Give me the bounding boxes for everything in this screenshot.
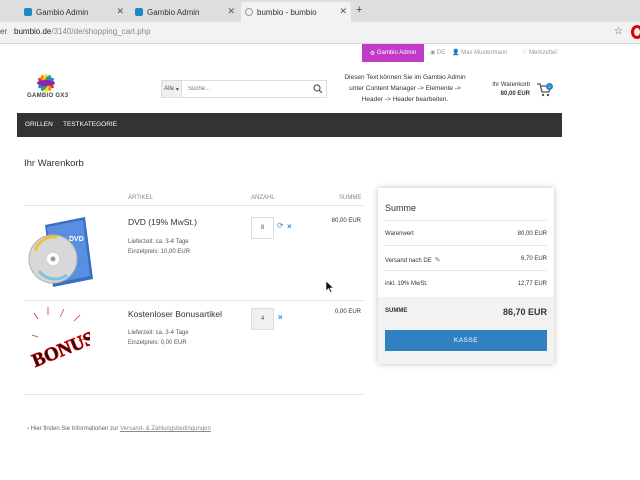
cart-total: 80,00 EUR xyxy=(500,91,530,97)
summary-value: 12,77 EUR xyxy=(517,281,547,287)
cart-label: Ihr Warenkorb xyxy=(492,82,530,88)
summary-row: Warenwert 80,00 EUR xyxy=(385,220,547,245)
close-tab-icon[interactable]: ✕ xyxy=(116,6,124,17)
admin-bar: ⚙ Gambio Admin ◉ DE 👤 Max Mustermann ♡ M… xyxy=(0,44,640,62)
close-tab-icon[interactable]: ✕ xyxy=(339,6,347,17)
url-fragment: er xyxy=(0,27,8,36)
cart-count-badge: 2 xyxy=(546,83,553,90)
item-sum: 0,00 EUR xyxy=(334,309,361,315)
favicon-icon xyxy=(135,8,143,16)
browser-tab-2[interactable]: Gambio Admin ✕ xyxy=(131,2,239,22)
admin-button-label: Gambio Admin xyxy=(376,50,417,56)
divider xyxy=(24,300,364,301)
remove-item-icon[interactable]: × xyxy=(278,313,283,322)
quantity-input[interactable]: 8 xyxy=(251,217,274,239)
browser-tab-bar: Gambio Admin ✕ Gambio Admin ✕ bumbio - b… xyxy=(0,0,640,22)
product-image-bonus[interactable]: BONUS xyxy=(28,305,90,387)
nav-item-grillen[interactable]: GRILLEN xyxy=(25,121,53,128)
opera-logo-icon[interactable] xyxy=(631,25,640,39)
summary-title: Summe xyxy=(385,203,417,213)
summary-row: inkl. 19% MwSt. 12,77 EUR xyxy=(385,270,547,295)
shipping-terms-link[interactable]: Versand- & Zahlungsbedingungen xyxy=(120,426,211,432)
order-summary-box: Summe Warenwert 80,00 EUR Versand nach D… xyxy=(378,188,554,364)
total-label: SUMME xyxy=(385,308,408,314)
column-header-sum: SUMME xyxy=(339,195,362,201)
quantity-input-disabled: 4 xyxy=(251,308,274,330)
checkout-button[interactable]: KASSE xyxy=(385,330,547,351)
product-meta: Lieferzeit: ca. 3-4 Tage Einzelpreis: 10… xyxy=(128,237,190,257)
product-meta: Lieferzeit: ca. 3-4 Tage Einzelpreis: 0,… xyxy=(128,328,189,348)
address-bar[interactable]: er bumbio.de/3140/de/shopping_cart.php ☆ xyxy=(0,22,640,44)
shipping-label: Versand nach DE xyxy=(385,258,432,264)
delivery-time: Lieferzeit: ca. 3-4 Tage xyxy=(128,330,189,336)
total-value: 86,70 EUR xyxy=(502,307,547,317)
unit-price: Einzelpreis: 10,00 EUR xyxy=(128,249,191,255)
summary-label: Warenwert xyxy=(385,231,414,237)
column-header-article: ARTIKEL xyxy=(128,195,153,201)
url-host: bumbio.de xyxy=(14,27,52,36)
user-label: Max Mustermann xyxy=(461,50,508,56)
main-navigation: GRILLEN TESTKATEGORIE xyxy=(17,113,562,137)
svg-text:DVD: DVD xyxy=(69,236,84,243)
bookmark-star-icon[interactable]: ☆ xyxy=(614,26,623,37)
refresh-icon[interactable]: ⟳ xyxy=(277,221,284,230)
chevron-right-icon: › xyxy=(27,426,29,432)
delivery-time: Lieferzeit: ca. 3-4 Tage xyxy=(128,239,189,245)
close-tab-icon[interactable]: ✕ xyxy=(227,6,235,17)
wishlist-label: Merkzettel xyxy=(529,50,557,56)
logo-text: GAMBIO GX3 xyxy=(27,93,69,99)
new-tab-button[interactable]: + xyxy=(356,4,362,16)
favicon-icon xyxy=(24,8,32,16)
loading-icon xyxy=(245,8,253,16)
url-path: /3140/de/shopping_cart.php xyxy=(51,27,151,36)
gambio-admin-button[interactable]: ⚙ Gambio Admin xyxy=(362,44,424,62)
product-name-link[interactable]: Kostenloser Bonusartikel xyxy=(128,309,222,319)
pencil-icon[interactable]: ✎ xyxy=(435,257,441,264)
search-icon[interactable] xyxy=(313,84,323,94)
item-sum: 80,00 EUR xyxy=(331,218,361,224)
page-title: Ihr Warenkorb xyxy=(24,158,84,169)
summary-total: SUMME 86,70 EUR KASSE xyxy=(378,297,554,364)
remove-item-icon[interactable]: × xyxy=(287,222,292,231)
svg-text:BONUS: BONUS xyxy=(29,328,90,372)
summary-row: Versand nach DE ✎ 6,70 EUR xyxy=(385,245,547,270)
divider xyxy=(24,394,364,395)
product-image-dvd[interactable]: DVD xyxy=(27,213,95,295)
search-category-label: Alle xyxy=(164,86,175,92)
summary-value: 6,70 EUR xyxy=(520,256,547,262)
summary-label: Versand nach DE ✎ xyxy=(385,256,441,264)
summary-value: 80,00 EUR xyxy=(517,231,547,237)
product-name-link[interactable]: DVD (19% MwSt.) xyxy=(128,217,197,227)
browser-tab-3[interactable]: bumbio - bumbio ✕ xyxy=(241,2,351,22)
browser-tab-1[interactable]: Gambio Admin ✕ xyxy=(20,2,128,22)
mouse-cursor-icon xyxy=(326,281,334,293)
wishlist-link[interactable]: ♡ Merkzettel xyxy=(522,49,557,56)
tab-title: Gambio Admin xyxy=(147,7,200,17)
url-text[interactable]: bumbio.de/3140/de/shopping_cart.php xyxy=(14,27,151,36)
header-note: Diesen Text können Sie im Gambio Admin u… xyxy=(344,74,466,103)
nav-item-testkategorie[interactable]: TESTKATEGORIE xyxy=(63,121,117,128)
summary-label: inkl. 19% MwSt. xyxy=(385,281,428,287)
divider xyxy=(24,205,364,206)
column-header-quantity: ANZAHL xyxy=(251,195,275,201)
header-cart-link[interactable]: Ihr Warenkorb 80,00 EUR xyxy=(486,81,530,99)
tab-title: bumbio - bumbio xyxy=(257,7,317,17)
unit-price: Einzelpreis: 0,00 EUR xyxy=(128,340,187,346)
search-category-select[interactable]: Alle ▾ xyxy=(162,81,182,97)
tab-title: Gambio Admin xyxy=(36,7,89,17)
user-link[interactable]: 👤 Max Mustermann xyxy=(452,49,508,56)
search-input[interactable] xyxy=(188,84,318,94)
info-prefix: Hier finden Sie Informationen zur xyxy=(30,426,119,432)
language-label: DE xyxy=(436,50,446,56)
language-link[interactable]: ◉ DE xyxy=(430,49,445,56)
shipping-info: › Hier finden Sie Informationen zur Vers… xyxy=(27,426,211,432)
search-box: Alle ▾ xyxy=(161,80,327,98)
